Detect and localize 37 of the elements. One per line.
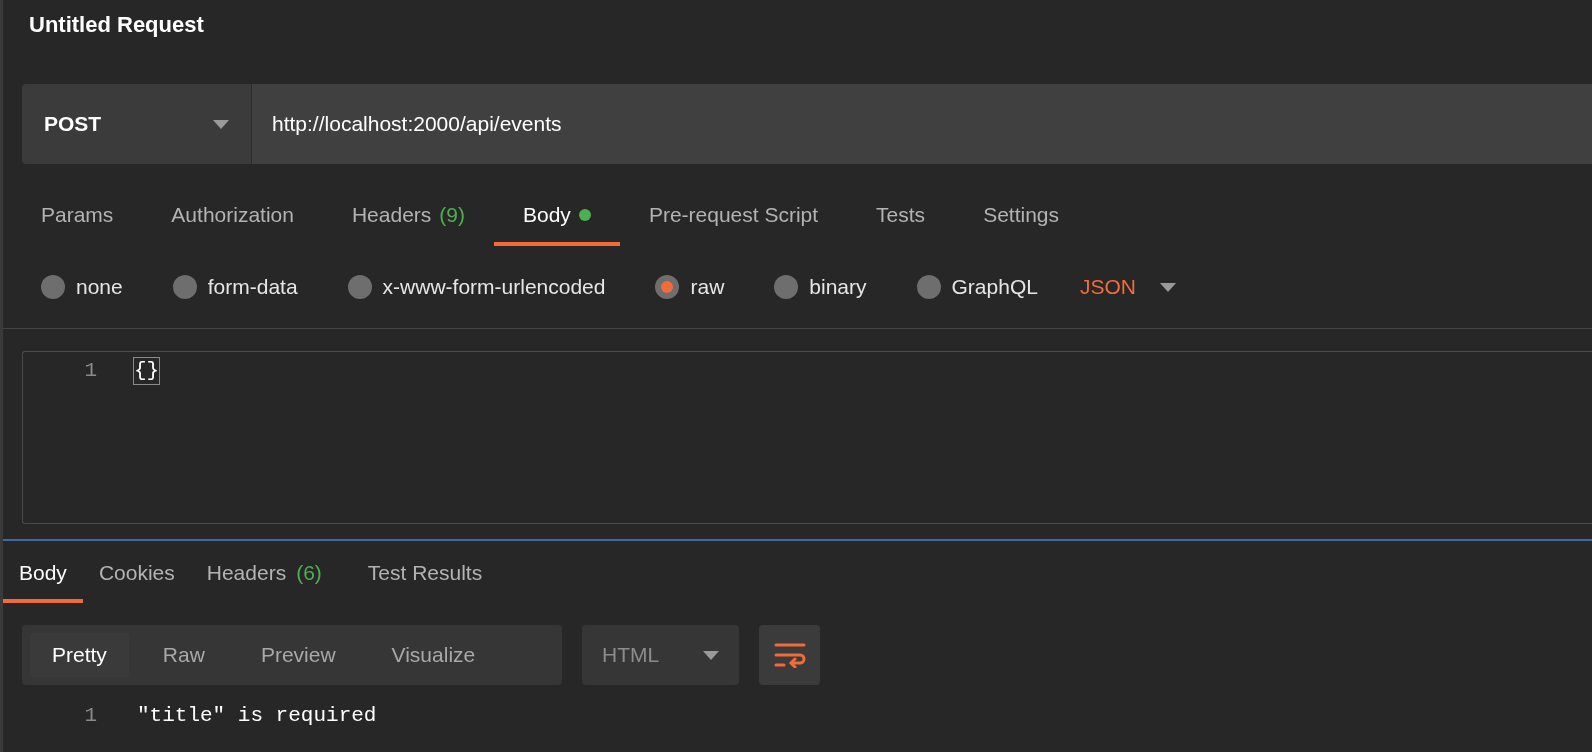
caret-icon bbox=[703, 650, 719, 660]
request-tab[interactable]: Tests bbox=[847, 188, 955, 246]
response-tab[interactable]: Headers (6) bbox=[190, 547, 352, 603]
body-type-radio[interactable]: raw bbox=[655, 271, 725, 303]
body-type-radio[interactable]: x-www-form-urlencoded bbox=[347, 271, 606, 303]
wrap-lines-button[interactable] bbox=[759, 625, 820, 685]
body-type-radio[interactable]: GraphQL bbox=[916, 271, 1038, 303]
response-line: "title" is required bbox=[137, 703, 377, 730]
request-tab[interactable]: Pre-request Script bbox=[619, 188, 848, 246]
line-number: 1 bbox=[83, 358, 97, 385]
request-title: Untitled Request bbox=[29, 12, 204, 37]
format-dropdown[interactable]: HTML bbox=[582, 625, 739, 685]
method-dropdown[interactable]: POST bbox=[22, 84, 252, 164]
caret-icon bbox=[1159, 282, 1176, 292]
response-tab[interactable]: Test Results bbox=[351, 547, 499, 603]
request-tab[interactable]: Headers (9) bbox=[322, 188, 494, 246]
line-number: 1 bbox=[83, 703, 97, 730]
response-tab[interactable]: Cookies bbox=[82, 547, 191, 603]
view-mode-tab[interactable]: Pretty bbox=[30, 633, 129, 677]
raw-format-dropdown[interactable]: JSON bbox=[1079, 271, 1176, 303]
body-type-radio[interactable]: form-data bbox=[172, 271, 298, 303]
url-field[interactable]: http://localhost:2000/api/events bbox=[252, 84, 1592, 164]
body-type-radio[interactable]: none bbox=[41, 271, 123, 303]
view-mode-tab[interactable]: Raw bbox=[140, 633, 227, 677]
body-type-radio[interactable]: binary bbox=[774, 271, 867, 303]
view-mode-tab[interactable]: Visualize bbox=[369, 633, 498, 677]
request-body-editor[interactable]: 1 {} bbox=[22, 351, 1592, 524]
header-count: (6) bbox=[296, 560, 322, 587]
request-tab[interactable]: Settings bbox=[954, 188, 1088, 246]
request-tab[interactable]: Body bbox=[494, 188, 620, 246]
response-tab[interactable]: Body bbox=[3, 547, 83, 603]
request-tab[interactable]: Params bbox=[12, 188, 143, 246]
wrap-lines-icon bbox=[773, 642, 806, 668]
caret-icon bbox=[213, 119, 229, 129]
view-mode-tab[interactable]: Preview bbox=[238, 633, 358, 677]
header-count: (9) bbox=[439, 202, 465, 229]
request-tab[interactable]: Authorization bbox=[142, 188, 323, 246]
